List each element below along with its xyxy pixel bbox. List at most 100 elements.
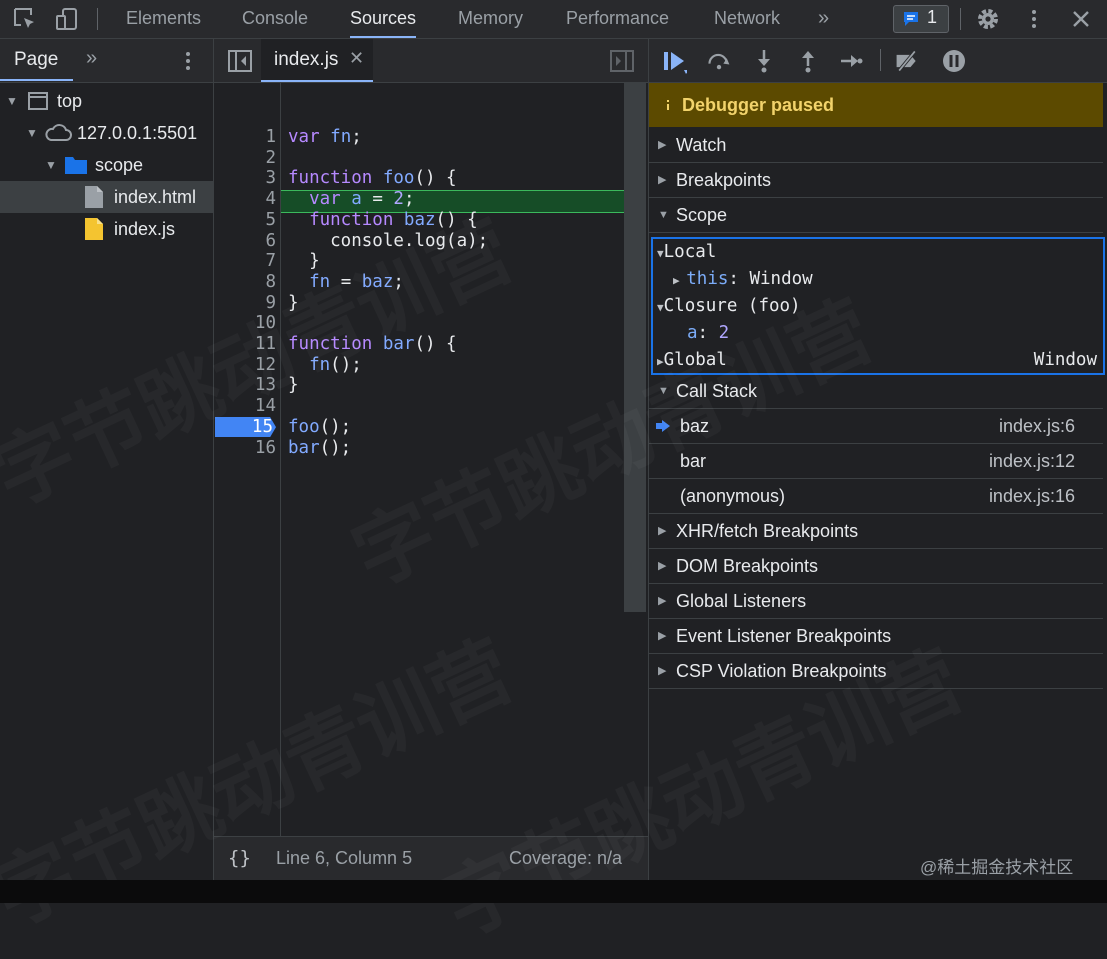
scrollbar[interactable] — [624, 82, 646, 612]
scope-section-header[interactable]: ▼ Scope — [649, 198, 1103, 233]
line-number[interactable]: 4 — [214, 189, 276, 210]
frame-location[interactable]: index.js:6 — [999, 409, 1075, 443]
device-toolbar-icon[interactable] — [54, 6, 80, 32]
global-listeners-section-header[interactable]: ▶ Global Listeners — [649, 584, 1103, 619]
more-panes-icon[interactable]: » — [86, 47, 97, 70]
code-line: function bar() { — [288, 334, 457, 354]
tab-memory[interactable]: Memory — [458, 0, 523, 38]
message-icon — [904, 12, 918, 26]
collapsed-arrow-icon: ▶ — [658, 665, 667, 677]
section-title: DOM Breakpoints — [676, 556, 819, 576]
debugger-toolbar — [649, 39, 1107, 83]
line-number[interactable]: 2 — [214, 148, 276, 169]
line-number[interactable]: 10 — [214, 313, 276, 334]
toggle-navigator-icon[interactable] — [228, 50, 252, 72]
more-options-icon[interactable] — [1021, 6, 1047, 32]
line-number-gutter[interactable]: 1 2 3 4 5 6 7 8 9 10 11 12 13 14 15 16 — [214, 82, 281, 875]
step-over-icon[interactable] — [706, 48, 732, 74]
step-out-icon[interactable] — [795, 48, 821, 74]
tab-index-js[interactable]: index.js ✕ — [261, 39, 373, 82]
coverage-status[interactable]: Coverage: n/a — [509, 848, 622, 869]
gear-icon[interactable] — [975, 6, 1001, 32]
issues-button[interactable]: 1 — [893, 5, 949, 33]
scope-this[interactable]: ▶ this: Window — [673, 266, 813, 293]
info-icon — [660, 97, 676, 113]
call-frame-anonymous[interactable]: (anonymous) index.js:16 — [649, 479, 1103, 514]
scope-global[interactable]: ▶Global Window — [657, 347, 1097, 374]
frame-name: baz — [680, 416, 710, 436]
more-tabs-icon[interactable]: » — [818, 0, 829, 38]
scope-closure[interactable]: ▼Closure (foo) — [657, 293, 801, 320]
csp-violation-breakpoints-section-header[interactable]: ▶ CSP Violation Breakpoints — [649, 654, 1103, 689]
tree-item-host[interactable]: ▼ 127.0.0.1:5501 — [0, 117, 213, 149]
code-line: fn(); — [309, 354, 362, 375]
navigator-header: Page » — [0, 39, 213, 83]
line-number[interactable]: 1 — [214, 127, 276, 148]
tab-elements[interactable]: Elements — [126, 0, 201, 38]
tab-console[interactable]: Console — [242, 0, 308, 38]
expand-arrow-icon: ▼ — [26, 126, 38, 140]
scope-var-a[interactable]: a: 2 — [687, 320, 729, 347]
frame-location[interactable]: index.js:16 — [989, 479, 1075, 513]
frame-icon — [28, 92, 48, 110]
section-title: Watch — [676, 135, 727, 155]
section-title: Event Listener Breakpoints — [676, 626, 892, 646]
tree-item-top[interactable]: ▼ top — [0, 85, 213, 117]
tab-performance[interactable]: Performance — [566, 0, 669, 38]
line-number[interactable]: 5 — [214, 210, 276, 231]
line-number[interactable]: 16 — [214, 438, 276, 459]
call-frame-bar[interactable]: bar index.js:12 — [649, 444, 1103, 479]
cloud-icon — [45, 124, 72, 141]
xhr-breakpoints-section-header[interactable]: ▶ XHR/fetch Breakpoints — [649, 514, 1103, 549]
event-listener-breakpoints-section-header[interactable]: ▶ Event Listener Breakpoints — [649, 619, 1103, 654]
scope-tree: ▼Local ▶ this: Window ▼Closure (foo) a: … — [651, 237, 1105, 375]
line-number[interactable]: 8 — [214, 272, 276, 293]
line-number[interactable]: 9 — [214, 293, 276, 314]
collapsed-arrow-icon: ▶ — [658, 630, 667, 642]
debugger-sidebar: Debugger paused ▶ Watch ▶ Breakpoints ▼ … — [649, 39, 1107, 903]
close-icon[interactable] — [1068, 6, 1094, 32]
section-title: XHR/fetch Breakpoints — [676, 521, 859, 541]
window-bottom-edge — [0, 880, 1107, 903]
close-tab-icon[interactable]: ✕ — [349, 48, 364, 69]
pretty-print-button[interactable]: {} — [228, 847, 251, 869]
dom-breakpoints-section-header[interactable]: ▶ DOM Breakpoints — [649, 549, 1103, 584]
editor-status-bar: {} Line 6, Column 5 Coverage: n/a — [214, 836, 648, 880]
section-title: Breakpoints — [676, 170, 772, 190]
tab-network[interactable]: Network — [714, 0, 780, 38]
line-number[interactable]: 13 — [214, 375, 276, 396]
frame-location[interactable]: index.js:12 — [989, 444, 1075, 478]
breakpoint-line-number[interactable]: 15 — [215, 416, 276, 438]
line-number[interactable]: 7 — [214, 251, 276, 272]
navigator-menu-icon[interactable] — [178, 49, 198, 73]
tree-item-scope-folder[interactable]: ▼ scope — [0, 149, 213, 181]
step-into-icon[interactable] — [751, 48, 777, 74]
line-number[interactable]: 12 — [214, 355, 276, 376]
frame-name: bar — [680, 451, 707, 471]
tab-sources[interactable]: Sources — [350, 0, 417, 38]
line-number[interactable]: 14 — [214, 396, 276, 417]
tree-item-index-js[interactable]: index.js — [0, 213, 213, 245]
section-title: Scope — [676, 205, 728, 225]
scope-local[interactable]: ▼Local — [657, 239, 716, 266]
line-number[interactable]: 3 — [214, 168, 276, 189]
call-frame-baz[interactable]: baz index.js:6 — [649, 409, 1103, 444]
resume-icon[interactable] — [661, 48, 687, 74]
collapsed-arrow-icon: ▶ — [658, 525, 667, 537]
devtools-toolbar: Elements Console Sources Memory Performa… — [0, 0, 1107, 39]
section-title: Global Listeners — [676, 591, 807, 611]
line-number[interactable]: 11 — [214, 334, 276, 355]
code-line: var fn; — [288, 127, 362, 147]
toggle-debugger-icon[interactable] — [610, 50, 634, 72]
pause-on-exceptions-icon[interactable] — [941, 48, 967, 74]
watch-section-header[interactable]: ▶ Watch — [649, 128, 1103, 163]
call-stack-section-header[interactable]: ▼ Call Stack — [649, 374, 1103, 409]
tree-item-index-html[interactable]: index.html — [0, 181, 213, 213]
expanded-arrow-icon: ▼ — [657, 301, 664, 314]
tab-page[interactable]: Page — [14, 49, 58, 71]
step-icon[interactable] — [838, 48, 864, 74]
deactivate-breakpoints-icon[interactable] — [894, 48, 920, 74]
breakpoints-section-header[interactable]: ▶ Breakpoints — [649, 163, 1103, 198]
inspect-element-icon[interactable] — [12, 6, 38, 32]
line-number[interactable]: 6 — [214, 231, 276, 252]
